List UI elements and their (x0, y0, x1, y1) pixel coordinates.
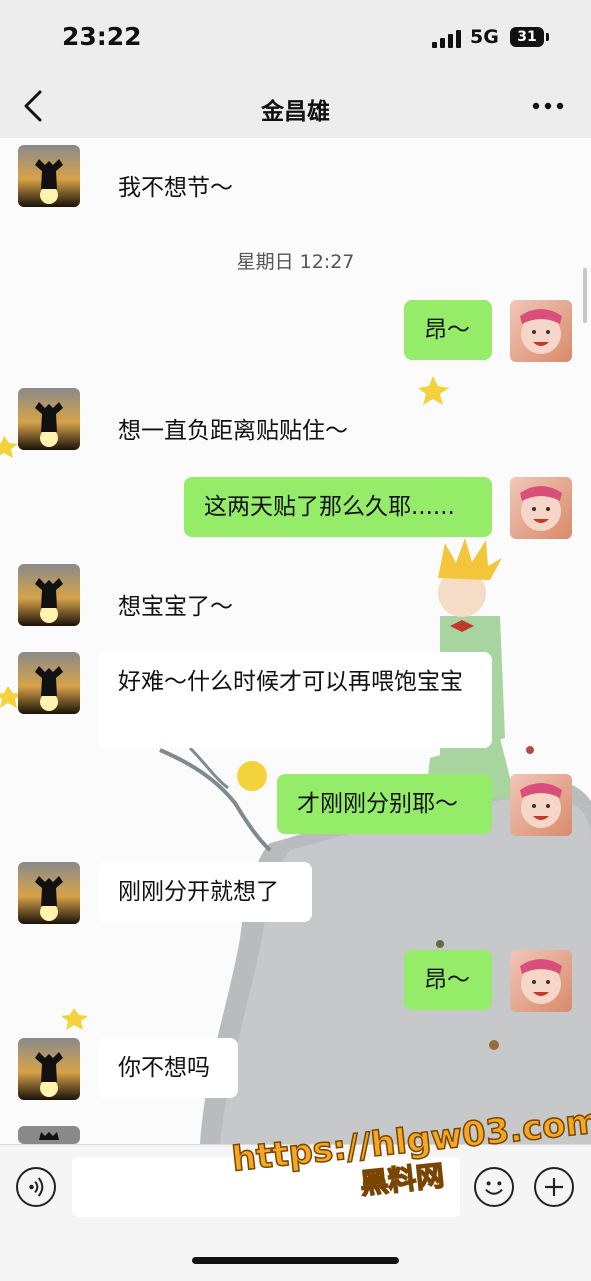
battery-tip (546, 33, 549, 41)
chat-background (0, 138, 591, 1144)
network-type: 5G (470, 26, 499, 48)
contact-avatar[interactable] (18, 652, 80, 714)
signal-icon (432, 30, 461, 48)
chat-title: 金昌雄 (261, 99, 330, 125)
contact-avatar[interactable] (18, 1126, 80, 1144)
user-avatar[interactable] (510, 950, 572, 1012)
more-icon[interactable] (528, 88, 568, 124)
message-input[interactable] (72, 1157, 460, 1217)
contact-avatar[interactable] (18, 564, 80, 626)
emoji-icon[interactable] (474, 1167, 514, 1207)
outgoing-message[interactable]: 昂～ (404, 300, 492, 360)
plus-icon[interactable] (534, 1167, 574, 1207)
outgoing-message[interactable]: 才刚刚分别耶～ (277, 774, 492, 834)
voice-icon[interactable] (16, 1167, 56, 1207)
incoming-message[interactable]: 想一直负距离贴贴住～ (98, 401, 368, 461)
incoming-message[interactable]: 想宝宝了～ (98, 577, 253, 637)
scrollbar[interactable] (583, 268, 587, 323)
user-avatar[interactable] (510, 774, 572, 836)
contact-avatar[interactable] (18, 145, 80, 207)
home-indicator[interactable] (192, 1257, 399, 1264)
incoming-message[interactable]: 我不想节～ (98, 158, 253, 218)
incoming-message[interactable]: 你不想吗 (98, 1038, 238, 1098)
battery-icon: 31 (510, 27, 544, 47)
outgoing-message[interactable]: 这两天贴了那么久耶...... (184, 477, 492, 537)
contact-avatar[interactable] (18, 388, 80, 450)
contact-avatar[interactable] (18, 862, 80, 924)
incoming-message[interactable]: 好难～什么时候才可以再喂饱宝宝 (98, 652, 492, 748)
outgoing-message[interactable]: 昂～ (404, 950, 492, 1010)
little-prince-illustration (0, 376, 591, 1144)
incoming-message[interactable]: 刚刚分开就想了 (98, 862, 312, 922)
user-avatar[interactable] (510, 300, 572, 362)
status-bar: 23:22 5G 31 (0, 0, 591, 78)
user-avatar[interactable] (510, 477, 572, 539)
contact-avatar[interactable] (18, 1038, 80, 1100)
message-timestamp: 星期日 12:27 (236, 251, 355, 273)
chat-header: 金昌雄 (0, 78, 591, 139)
status-time: 23:22 (62, 22, 142, 51)
